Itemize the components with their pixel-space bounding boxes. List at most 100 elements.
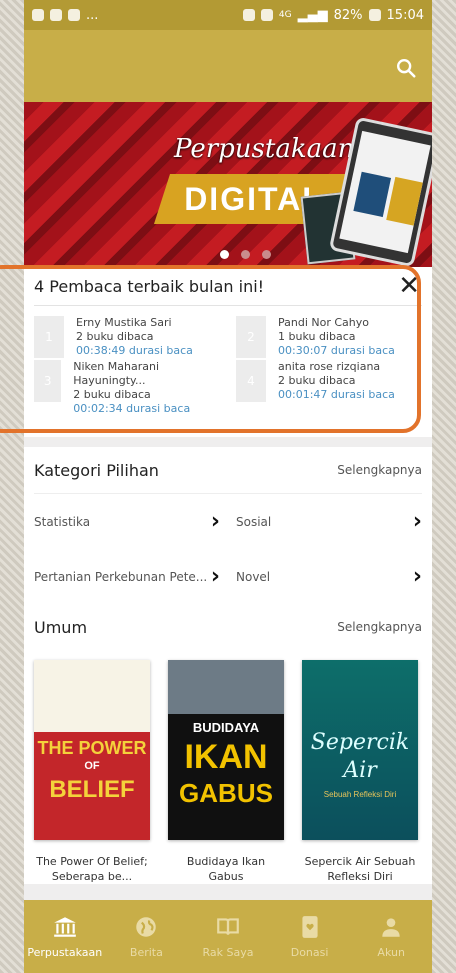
whatsapp-icon — [32, 9, 44, 21]
phone-screen: ... 4G ▂▄▆ 82% 15:04 Perpustakaan DIGITA… — [24, 0, 432, 973]
reader-duration: 00:01:47 durasi baca — [278, 388, 395, 401]
cover-text: Sebuah Refleksi Diri — [323, 790, 397, 799]
reader-name: Erny Mustika Sari — [76, 316, 172, 329]
category-item[interactable]: Statistika › — [34, 494, 220, 549]
category-label: Statistika — [34, 514, 91, 529]
cover-text: BUDIDAYA — [192, 720, 260, 735]
status-more: ... — [86, 7, 99, 23]
globe-icon — [136, 917, 157, 937]
category-item[interactable]: Pertanian Perkebunan Pete... › — [34, 549, 220, 604]
cover-text: Air — [343, 758, 377, 783]
reader-duration: 00:30:07 durasi baca — [278, 344, 395, 357]
bottom-navigation: Perpustakaan Berita Rak Saya Donasi Akun — [24, 900, 432, 973]
category-label: Novel — [236, 569, 271, 584]
status-bar: ... 4G ▂▄▆ 82% 15:04 — [24, 0, 432, 30]
app-bar — [24, 30, 432, 102]
reader-item[interactable]: 2 Pandi Nor Cahyo 1 buku dibaca 00:30:07… — [236, 316, 422, 358]
category-item[interactable]: Sosial › — [236, 494, 422, 549]
nav-donasi[interactable]: Donasi — [270, 914, 350, 959]
top-readers-card: 4 Pembaca terbaik bulan ini! ✕ 1 Erny Mu… — [24, 267, 432, 437]
cover-text: BELIEF — [49, 776, 135, 803]
reader-rank: 1 — [34, 316, 64, 358]
carousel-indicator[interactable] — [220, 250, 271, 259]
carousel-dot-3[interactable] — [262, 250, 271, 259]
search-button[interactable] — [394, 56, 418, 80]
cover-text: OF — [84, 760, 100, 772]
reader-name: Niken Maharani Hayuningty... — [73, 360, 159, 387]
reader-books: 2 buku dibaca — [73, 388, 151, 401]
carousel-dot-2[interactable] — [241, 250, 250, 259]
banner-title: Perpustakaan — [174, 134, 355, 164]
book-cover: Sepercik Air Sebuah Refleksi Diri — [302, 660, 418, 840]
nav-akun[interactable]: Akun — [351, 914, 431, 959]
book-cover: THE POWER OF BELIEF — [34, 660, 150, 840]
category-item[interactable]: Novel › — [236, 549, 422, 604]
battery-icon — [368, 9, 381, 21]
donate-icon — [301, 916, 318, 938]
reader-books: 2 buku dibaca — [278, 374, 356, 387]
section-title: Umum — [34, 617, 88, 637]
reader-name: anita rose rizqiana — [278, 360, 381, 373]
chevron-right-icon: › — [210, 564, 220, 589]
vibrate-icon — [260, 9, 273, 21]
cover-text: IKAN — [184, 738, 268, 776]
top-readers-title: 4 Pembaca terbaik bulan ini! — [34, 276, 265, 296]
cover-text: GABUS — [179, 778, 273, 808]
reader-name: Pandi Nor Cahyo — [278, 316, 369, 329]
cover-text: Sepercik — [310, 730, 410, 755]
reader-rank: 2 — [236, 316, 266, 358]
see-more-link[interactable]: Selengkapnya — [337, 620, 422, 634]
book-title: Sepercik Air Sebuah Refleksi Diri — [304, 855, 416, 883]
book-cover: BUDIDAYA IKAN GABUS — [168, 660, 284, 840]
nav-label: Berita — [129, 946, 163, 959]
background-left — [0, 0, 24, 973]
chevron-right-icon: › — [412, 509, 422, 534]
battery-percent: 82% — [333, 7, 363, 23]
nav-perpustakaan[interactable]: Perpustakaan — [25, 914, 105, 959]
close-button[interactable]: ✕ — [396, 273, 422, 299]
message-icon — [50, 9, 62, 21]
book-open-icon — [217, 918, 239, 935]
notification-icon — [68, 9, 80, 21]
signal-icon: ▂▄▆ — [297, 7, 328, 23]
see-more-link[interactable]: Selengkapnya — [337, 463, 422, 477]
alarm-icon — [242, 9, 255, 21]
carousel-dot-1[interactable] — [220, 250, 229, 259]
section-title: Kategori Pilihan — [34, 460, 159, 480]
book-card[interactable]: Sepercik Air Sebuah Refleksi Diri Seperc… — [302, 660, 418, 884]
reader-books: 2 buku dibaca — [76, 330, 154, 343]
category-label: Pertanian Perkebunan Pete... — [34, 569, 208, 584]
book-list: THE POWER OF BELIEF The Power Of Belief;… — [34, 650, 422, 884]
category-label: Sosial — [236, 514, 272, 529]
reader-books: 1 buku dibaca — [278, 330, 356, 343]
nav-rak-saya[interactable]: Rak Saya — [188, 914, 268, 959]
book-card[interactable]: BUDIDAYA IKAN GABUS Budidaya Ikan Gabus — [168, 660, 284, 884]
network-type: 4G — [278, 10, 292, 20]
nav-label: Perpustakaan — [27, 946, 103, 959]
library-icon — [53, 917, 76, 937]
reader-duration: 00:38:49 durasi baca — [76, 344, 193, 357]
chevron-right-icon: › — [412, 564, 422, 589]
cover-text: THE POWER — [37, 738, 147, 758]
nav-label: Akun — [377, 946, 405, 959]
reader-item[interactable]: 4 anita rose rizqiana 2 buku dibaca 00:0… — [236, 360, 422, 402]
nav-label: Rak Saya — [202, 946, 254, 959]
search-icon — [397, 59, 416, 78]
category-section: Kategori Pilihan Selengkapnya Statistika… — [24, 447, 432, 884]
reader-duration: 00:02:34 durasi baca — [73, 402, 191, 415]
promo-banner[interactable]: Perpustakaan DIGITAL — [24, 102, 432, 267]
background-right — [432, 0, 456, 973]
user-icon — [382, 918, 400, 937]
reader-item[interactable]: 3 Niken Maharani Hayuningty... 2 buku di… — [34, 360, 220, 415]
nav-label: Donasi — [290, 946, 329, 959]
nav-berita[interactable]: Berita — [106, 914, 186, 959]
book-card[interactable]: THE POWER OF BELIEF The Power Of Belief;… — [34, 660, 150, 884]
book-title: Budidaya Ikan Gabus — [186, 855, 266, 883]
reader-rank: 3 — [34, 360, 62, 402]
reader-item[interactable]: 1 Erny Mustika Sari 2 buku dibaca 00:38:… — [34, 316, 220, 358]
reader-rank: 4 — [236, 360, 266, 402]
clock: 15:04 — [386, 7, 424, 23]
top-readers-list: 1 Erny Mustika Sari 2 buku dibaca 00:38:… — [34, 316, 422, 415]
book-title: The Power Of Belief; Seberapa be... — [36, 855, 148, 883]
chevron-right-icon: › — [210, 509, 220, 534]
